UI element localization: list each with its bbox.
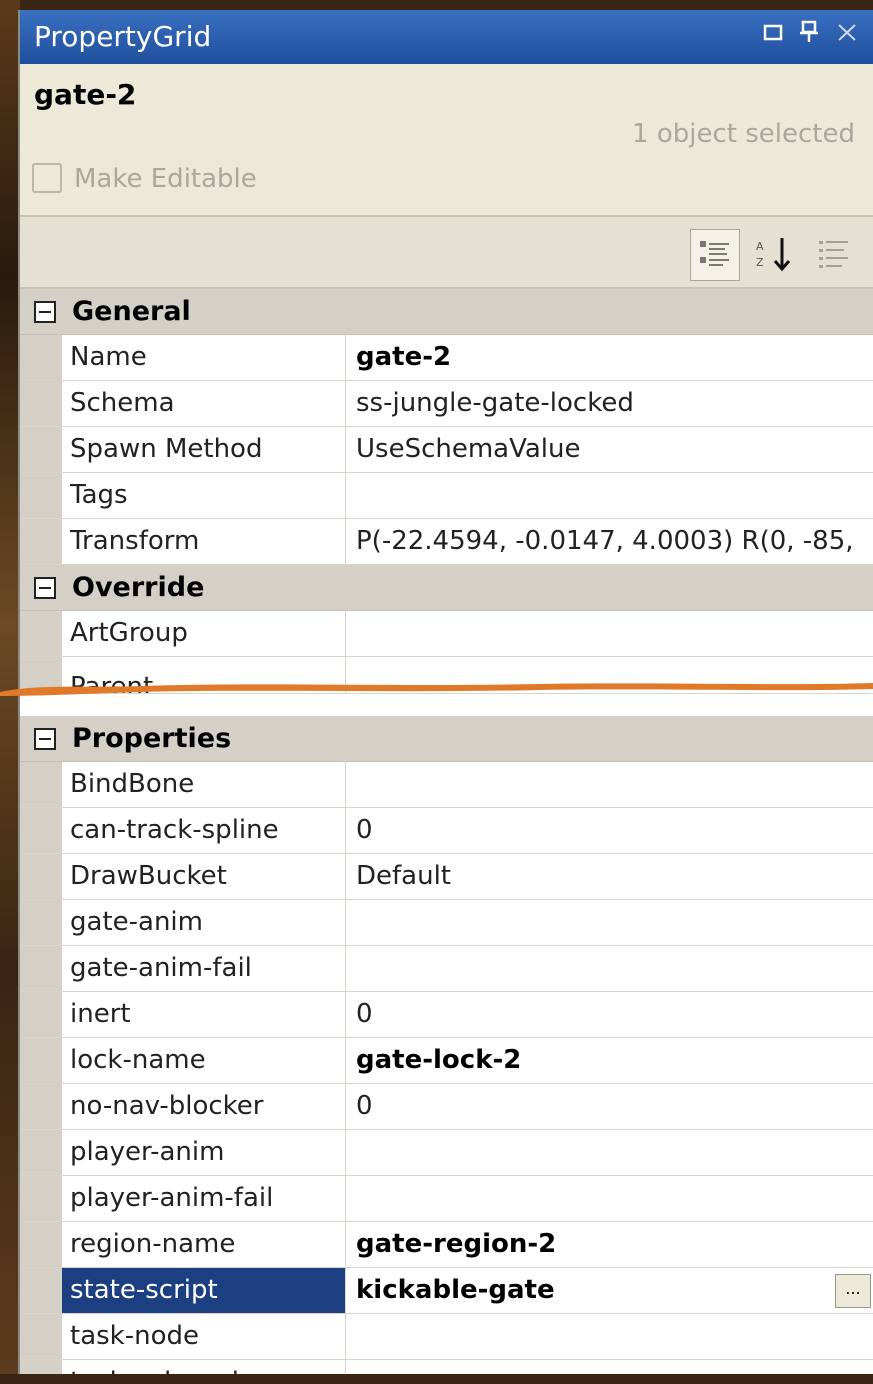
property-value[interactable]: 0 <box>346 808 873 853</box>
pin-icon[interactable] <box>798 20 820 51</box>
property-value[interactable]: kickable-gate <box>346 1268 873 1313</box>
property-value[interactable]: UseSchemaValue <box>346 427 873 472</box>
property-value[interactable]: ss-jungle-gate-locked <box>346 381 873 426</box>
title-bar[interactable]: PropertyGrid <box>20 10 873 64</box>
property-grid-panel: PropertyGrid gate-2 1 object selected Ma… <box>18 10 873 1384</box>
property-name: player-anim-fail <box>62 1176 346 1221</box>
property-row[interactable]: can-track-spline 0 <box>20 808 873 854</box>
property-row[interactable]: Spawn Method UseSchemaValue <box>20 427 873 473</box>
make-editable-label: Make Editable <box>74 164 257 194</box>
property-value[interactable] <box>346 900 873 945</box>
property-pages-icon[interactable] <box>810 229 858 279</box>
svg-text:A: A <box>756 240 764 253</box>
property-value[interactable] <box>346 762 873 807</box>
category-label: Override <box>72 572 205 603</box>
property-name: Spawn Method <box>62 427 346 472</box>
property-row[interactable]: Tags <box>20 473 873 519</box>
property-value[interactable]: gate-2 <box>346 335 873 380</box>
property-name: player-anim <box>62 1130 346 1175</box>
category-properties[interactable]: Properties <box>20 716 873 762</box>
sort-az-icon[interactable]: AZ <box>750 229 798 279</box>
property-name: lock-name <box>62 1038 346 1083</box>
property-row[interactable]: no-nav-blocker 0 <box>20 1084 873 1130</box>
property-row[interactable]: inert 0 <box>20 992 873 1038</box>
property-row[interactable]: lock-name gate-lock-2 <box>20 1038 873 1084</box>
property-name: Schema <box>62 381 346 426</box>
property-name: Name <box>62 335 346 380</box>
collapse-icon[interactable] <box>34 727 56 750</box>
property-value[interactable] <box>346 1130 873 1175</box>
category-override[interactable]: Override <box>20 565 873 611</box>
property-name: BindBone <box>62 762 346 807</box>
category-general[interactable]: General <box>20 289 873 335</box>
background-strip <box>0 1374 873 1384</box>
property-value[interactable]: 0 <box>346 1084 873 1129</box>
collapse-icon[interactable] <box>34 300 56 323</box>
property-name: can-track-spline <box>62 808 346 853</box>
property-value[interactable] <box>346 1314 873 1359</box>
property-value[interactable] <box>346 473 873 518</box>
property-value[interactable]: Default <box>346 854 873 899</box>
make-editable-button[interactable]: Make Editable <box>32 162 257 195</box>
property-row[interactable]: Name gate-2 <box>20 335 873 381</box>
property-row[interactable]: Schema ss-jungle-gate-locked <box>20 381 873 427</box>
property-row[interactable]: gate-anim-fail <box>20 946 873 992</box>
close-icon[interactable] <box>836 20 858 50</box>
property-value[interactable]: gate-region-2 <box>346 1222 873 1267</box>
property-value[interactable]: gate-lock-2 <box>346 1038 873 1083</box>
property-name: Transform <box>62 519 346 564</box>
selection-header: gate-2 1 object selected Make Editable <box>20 64 873 214</box>
property-row[interactable]: task-node <box>20 1314 873 1360</box>
property-name: ArtGroup <box>62 611 346 656</box>
restore-icon[interactable] <box>762 20 784 50</box>
property-name: state-script <box>62 1268 346 1313</box>
property-row[interactable]: Transform P(-22.4594, -0.0147, 4.0003) R(… <box>20 519 873 565</box>
property-row[interactable]: gate-anim <box>20 900 873 946</box>
collapse-icon[interactable] <box>34 576 56 599</box>
property-name: gate-anim <box>62 900 346 945</box>
property-row-selected[interactable]: state-script kickable-gate... <box>20 1268 873 1314</box>
property-row[interactable]: region-name gate-region-2 <box>20 1222 873 1268</box>
property-name: Tags <box>62 473 346 518</box>
property-name: no-nav-blocker <box>62 1084 346 1129</box>
property-row[interactable]: DrawBucket Default <box>20 854 873 900</box>
property-row[interactable]: BindBone <box>20 762 873 808</box>
property-name: gate-anim-fail <box>62 946 346 991</box>
property-row[interactable]: player-anim <box>20 1130 873 1176</box>
category-label: General <box>72 296 191 327</box>
property-name: task-node <box>62 1314 346 1359</box>
category-label: Properties <box>72 723 232 754</box>
property-value[interactable] <box>346 1176 873 1221</box>
property-name: region-name <box>62 1222 346 1267</box>
svg-text:Z: Z <box>756 256 764 269</box>
categorized-icon[interactable] <box>690 229 740 281</box>
lock-icon <box>32 162 62 193</box>
property-value[interactable] <box>346 611 873 656</box>
property-value[interactable]: P(-22.4594, -0.0147, 4.0003) R(0, -85, <box>346 519 873 564</box>
property-grid: General Name gate-2 Schema ss-jungle-gate-… <box>20 289 873 1384</box>
torn-divider-line <box>0 683 873 696</box>
property-name: DrawBucket <box>62 854 346 899</box>
property-name: inert <box>62 992 346 1037</box>
property-value[interactable]: 0 <box>346 992 873 1037</box>
selection-count: 1 object selected <box>632 119 855 149</box>
property-row[interactable]: ArtGroup <box>20 611 873 657</box>
property-value[interactable] <box>346 946 873 991</box>
property-row[interactable]: player-anim-fail <box>20 1176 873 1222</box>
window-title: PropertyGrid <box>34 20 212 53</box>
grid-toolbar: AZ <box>20 215 873 289</box>
object-name: gate-2 <box>34 78 137 111</box>
torn-gap <box>20 694 873 716</box>
ellipsis-button[interactable]: ... <box>835 1274 871 1308</box>
